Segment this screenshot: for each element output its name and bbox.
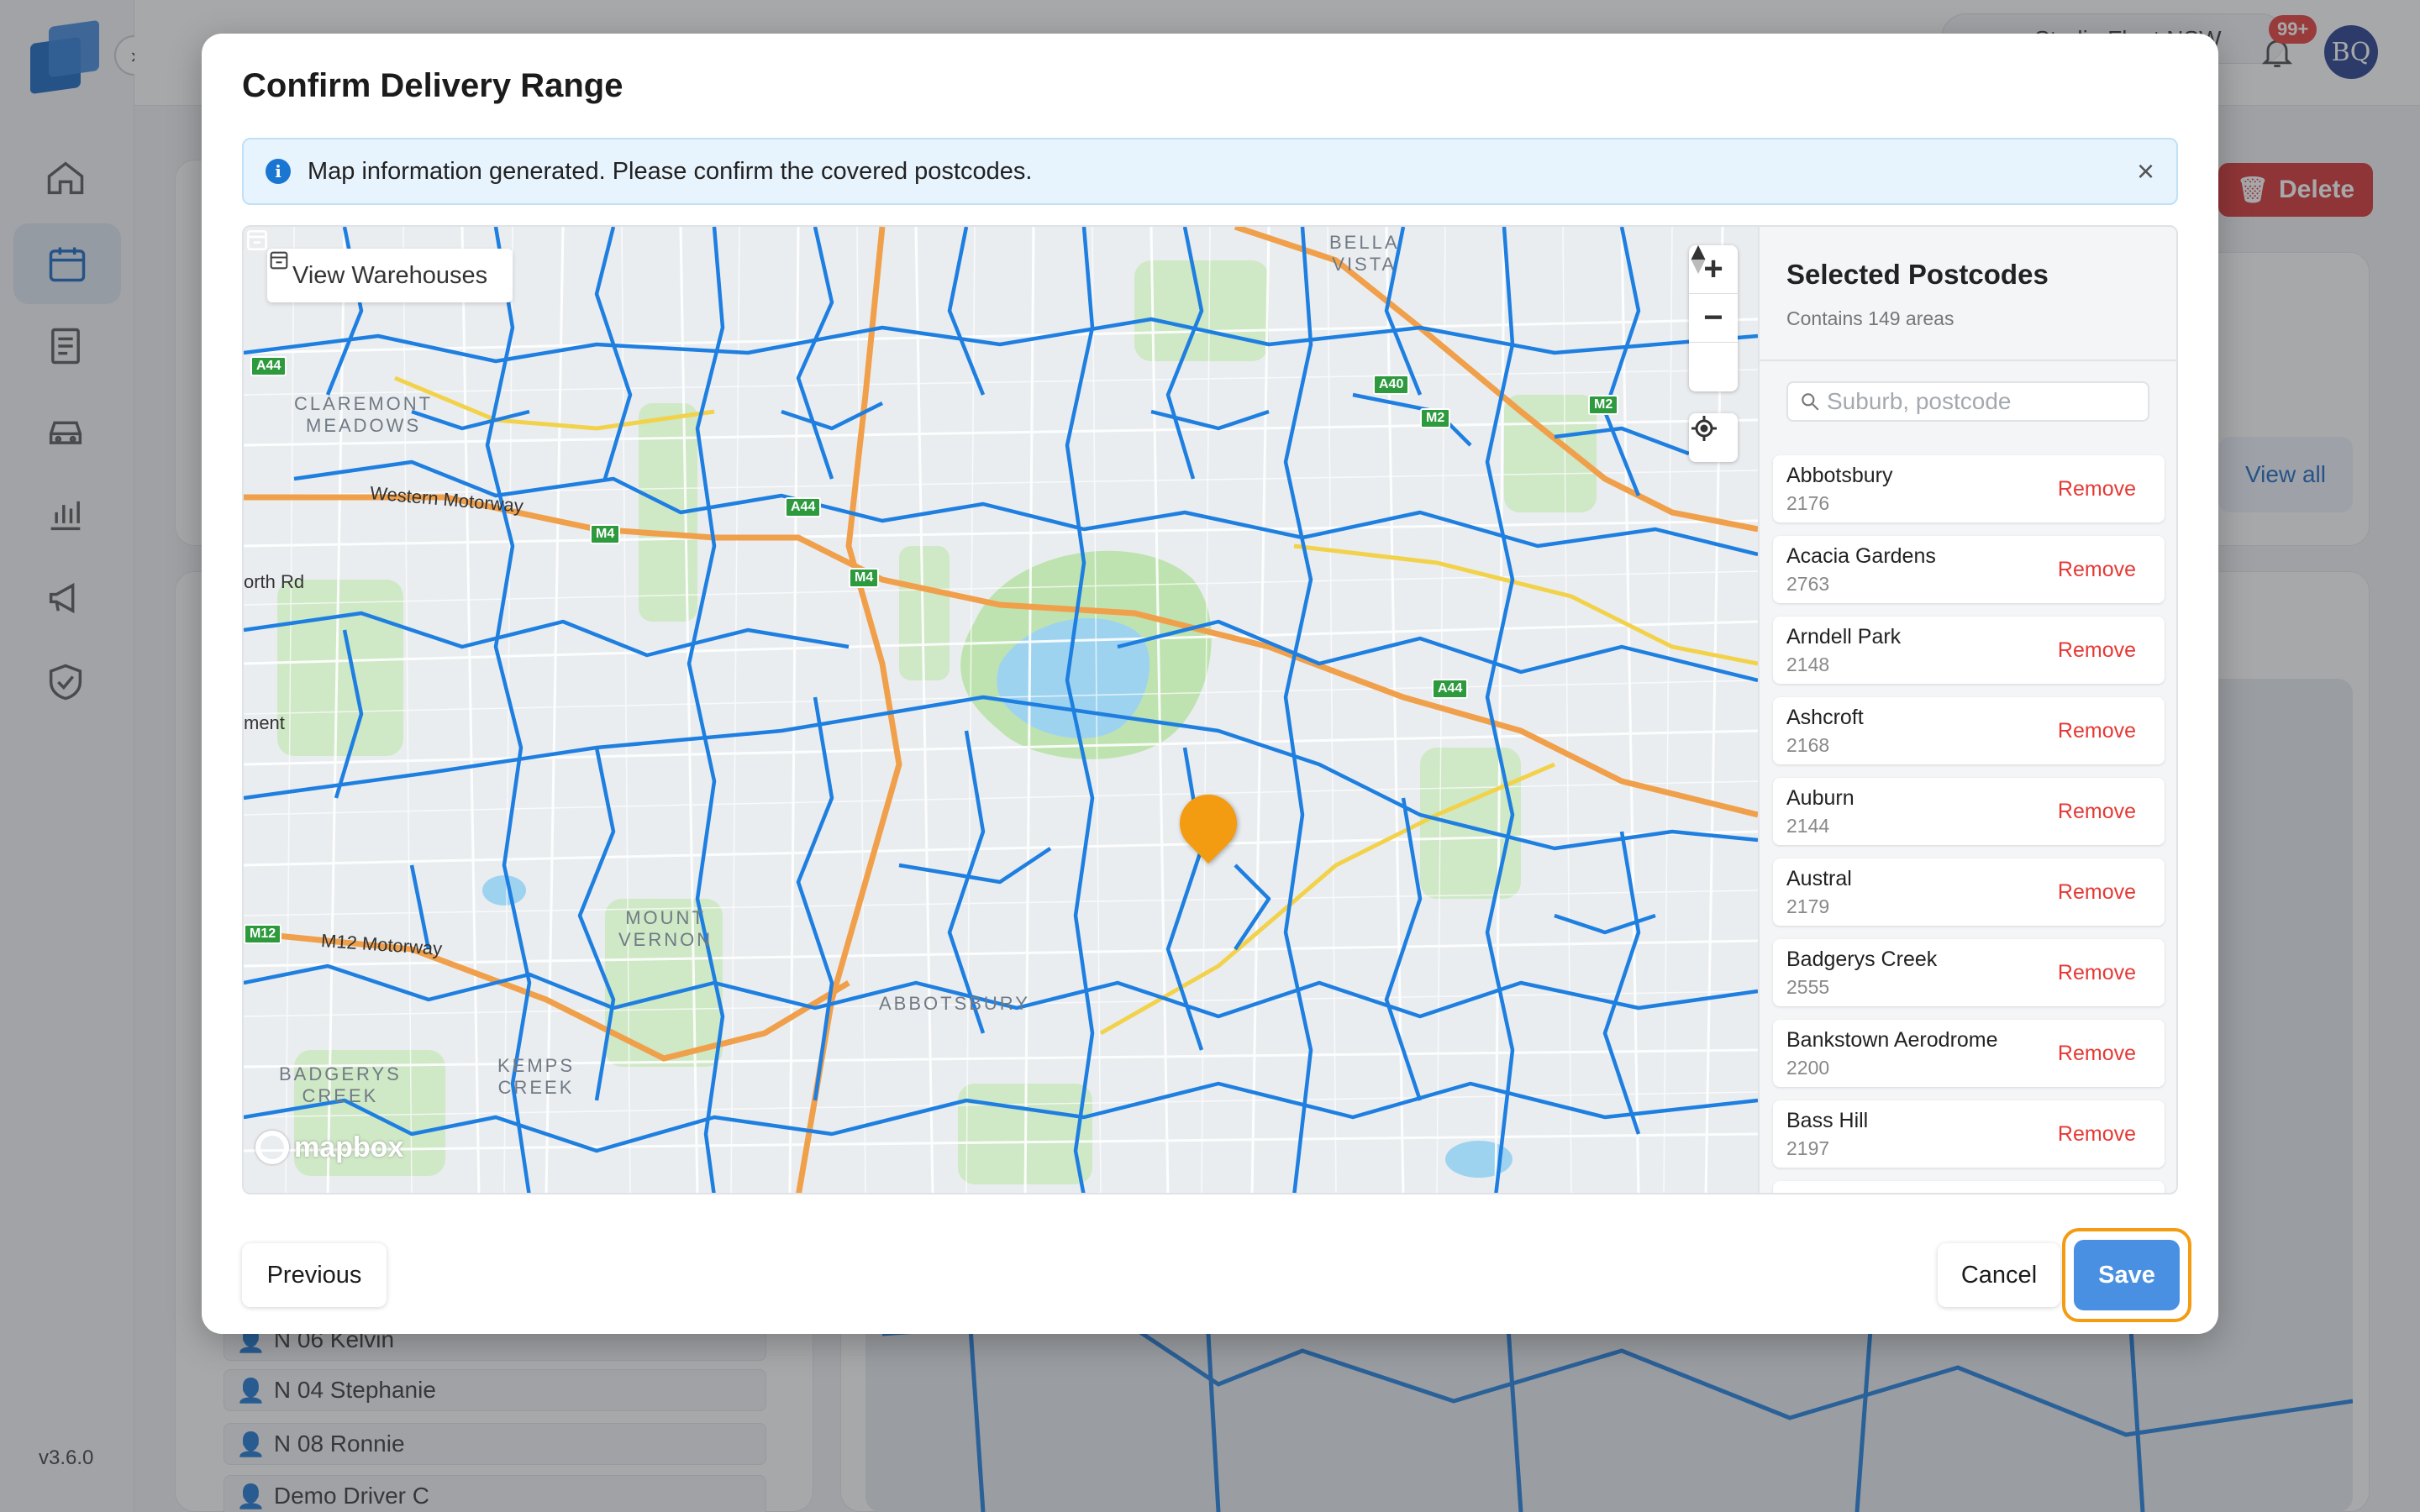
- search-icon: [1793, 385, 1827, 418]
- remove-button[interactable]: Remove: [2058, 961, 2136, 985]
- geolocate-button[interactable]: [1689, 413, 1738, 462]
- list-item: Acacia Gardens 2763 Remove: [1773, 536, 2165, 603]
- map-label-claremont-meadows: CLAREMONT MEADOWS: [294, 393, 434, 436]
- panel-header: Selected Postcodes Contains 149 areas: [1760, 227, 2176, 361]
- postcode-suburb: Abbotsbury: [1786, 464, 1893, 487]
- panel-subtitle: Contains 149 areas: [1786, 307, 1954, 329]
- delivery-map[interactable]: BELLA VISTA CLAREMONT MEADOWS MOUNT VERNON …: [244, 227, 1758, 1193]
- remove-button[interactable]: Remove: [2058, 719, 2136, 743]
- zoom-out-button[interactable]: −: [1689, 294, 1738, 343]
- view-warehouses-button[interactable]: View Warehouses: [267, 249, 513, 302]
- road-shield: M12: [244, 924, 282, 944]
- postcode-number: 2197: [1786, 1137, 1830, 1159]
- list-item: Auburn 2144 Remove: [1773, 778, 2165, 845]
- list-item: Bankstown Aerodrome 2200 Remove: [1773, 1020, 2165, 1087]
- list-item: Badgerys Creek 2555 Remove: [1773, 939, 2165, 1006]
- compass-button[interactable]: [1689, 245, 1738, 391]
- info-alert: i Map information generated. Please conf…: [242, 138, 2178, 205]
- road-label-ment: ment: [244, 712, 285, 733]
- list-item: Arndell Park 2148 Remove: [1773, 617, 2165, 684]
- postcode-suburb: Arndell Park: [1786, 625, 1902, 648]
- selected-postcodes-panel: Selected Postcodes Contains 149 areas Ab…: [1758, 227, 2176, 1193]
- list-item: Bass Hill 2197 Remove: [1773, 1100, 2165, 1168]
- cancel-button[interactable]: Cancel: [1938, 1243, 2060, 1307]
- road-shield: M4: [849, 568, 880, 588]
- remove-button[interactable]: Remove: [2058, 800, 2136, 824]
- postcode-number: 2168: [1786, 734, 1830, 756]
- road-shield: A40: [1373, 375, 1410, 395]
- dialog-title: Confirm Delivery Range: [242, 67, 623, 104]
- target-icon: [1691, 416, 1717, 441]
- warehouse-icon: [270, 251, 288, 270]
- geolocate-control: [1689, 413, 1738, 462]
- postcode-suburb: Austral: [1786, 867, 1852, 890]
- info-icon: i: [266, 159, 291, 184]
- search-input[interactable]: [1827, 388, 2129, 415]
- postcode-suburb: Ashcroft: [1786, 706, 1864, 729]
- remove-button[interactable]: Remove: [2058, 1042, 2136, 1066]
- road-shield: A44: [1432, 679, 1469, 699]
- mapbox-ring-icon: [255, 1131, 289, 1164]
- postcode-number: 2144: [1786, 815, 1830, 837]
- save-button[interactable]: Save: [2074, 1240, 2180, 1310]
- mapbox-logo[interactable]: mapbox: [255, 1131, 403, 1164]
- postcode-suburb: Badgerys Creek: [1786, 948, 1938, 971]
- postcode-number: 2763: [1786, 573, 1830, 595]
- list-item: Abbotsbury 2176 Remove: [1773, 455, 2165, 522]
- postcode-number: 2148: [1786, 654, 1830, 675]
- map-container: BELLA VISTA CLAREMONT MEADOWS MOUNT VERNON …: [242, 225, 2178, 1194]
- remove-button[interactable]: Remove: [2058, 880, 2136, 905]
- previous-button[interactable]: Previous: [242, 1243, 387, 1307]
- zoom-controls: + −: [1689, 245, 1738, 391]
- road-shield: M4: [590, 524, 621, 544]
- postcode-list: Abbotsbury 2176 Remove Acacia Gardens 27…: [1773, 455, 2165, 1193]
- map-label-badgerys-creek: BADGERYS CREEK: [279, 1063, 402, 1106]
- postcode-number: 2176: [1786, 492, 1830, 514]
- list-item: Austral 2179 Remove: [1773, 858, 2165, 926]
- list-item: Ashcroft 2168 Remove: [1773, 697, 2165, 764]
- remove-button[interactable]: Remove: [2058, 638, 2136, 663]
- map-label-abbotsbury: ABBOTSBURY: [879, 993, 1030, 1014]
- road-shield: M2: [1588, 395, 1619, 415]
- postcode-suburb: Bankstown Aerodrome: [1786, 1028, 1998, 1052]
- alert-message: Map information generated. Please confir…: [308, 157, 1033, 185]
- compass-icon: [1691, 245, 1706, 274]
- map-label-kemps-creek: KEMPS CREEK: [497, 1055, 576, 1098]
- remove-button[interactable]: Remove: [2058, 477, 2136, 501]
- close-alert-icon[interactable]: ×: [2137, 155, 2154, 188]
- postcode-number: 2555: [1786, 976, 1830, 998]
- postcode-suburb: Auburn: [1786, 786, 1854, 810]
- remove-button[interactable]: Remove: [2058, 1122, 2136, 1147]
- postcode-suburb: Bass Hill: [1786, 1109, 1869, 1132]
- view-warehouses-label: View Warehouses: [292, 261, 488, 289]
- remove-button[interactable]: Remove: [2058, 558, 2136, 582]
- postcode-number: 2200: [1786, 1057, 1830, 1079]
- road-shield: A44: [250, 356, 287, 376]
- postcode-search: [1786, 381, 2149, 422]
- road-label-north-rd: orth Rd: [244, 571, 305, 592]
- map-label-bella-vista: BELLA VISTA: [1329, 232, 1400, 275]
- confirm-delivery-range-dialog: Confirm Delivery Range i Map information…: [202, 34, 2218, 1334]
- postcode-suburb: Acacia Gardens: [1786, 544, 1936, 568]
- road-shield: A44: [785, 497, 822, 517]
- postcode-number: 2179: [1786, 895, 1830, 917]
- map-label-mount-vernon: MOUNT VERNON: [618, 907, 713, 950]
- road-shield: M2: [1420, 408, 1451, 428]
- list-item-partial: [1773, 1181, 2165, 1193]
- panel-title: Selected Postcodes: [1786, 259, 2049, 290]
